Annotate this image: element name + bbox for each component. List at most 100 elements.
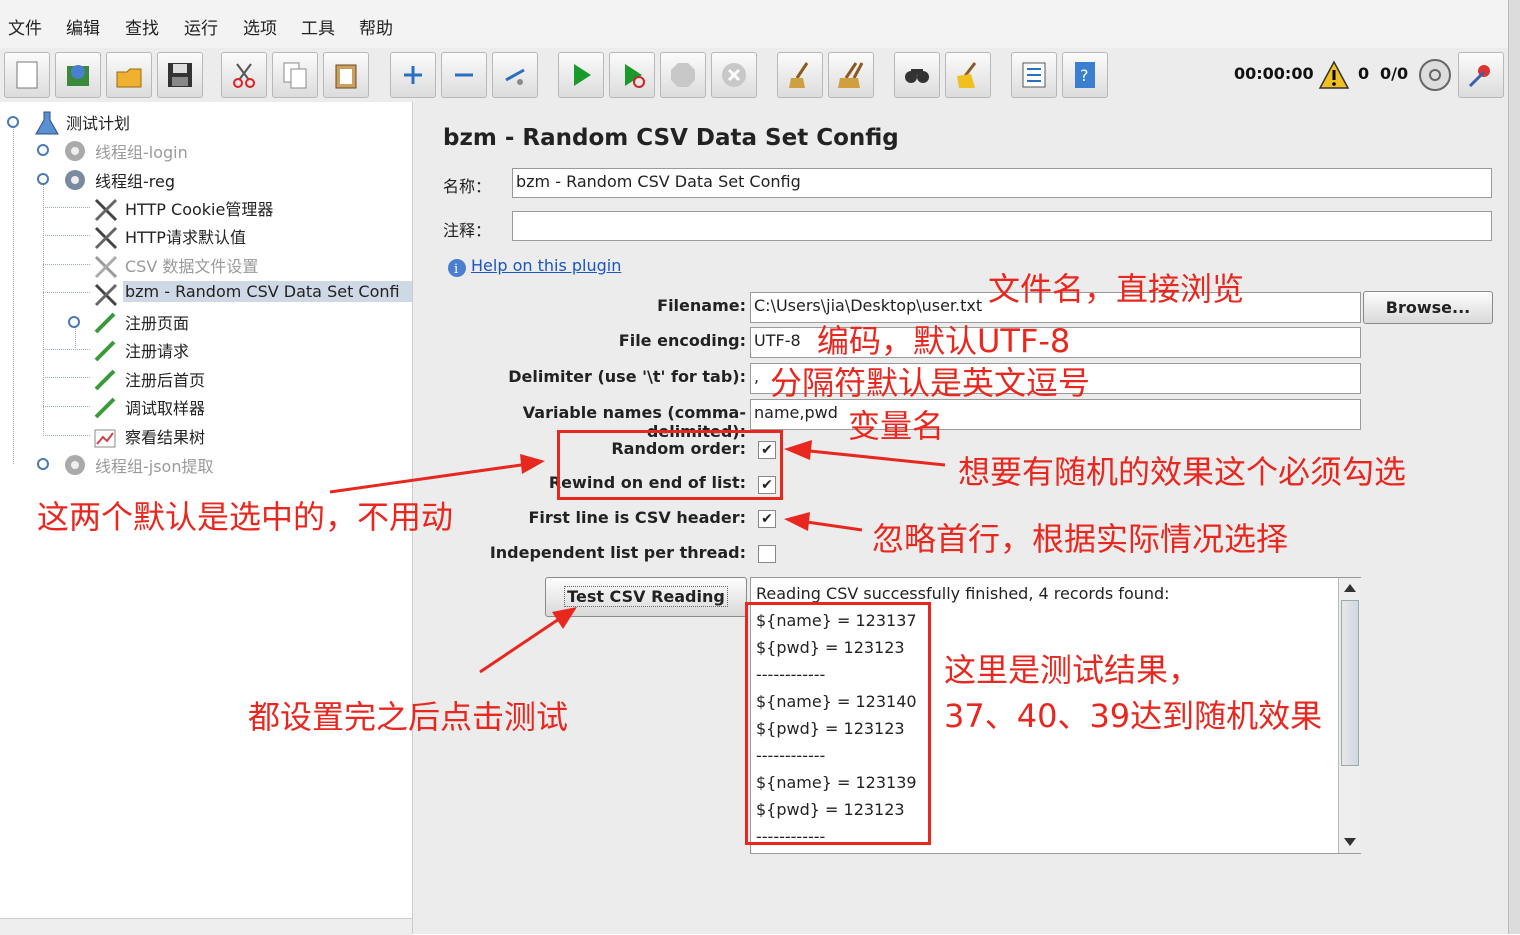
- menu-file[interactable]: 文件: [8, 14, 42, 39]
- thread-group-gear-icon: [65, 455, 85, 475]
- sampler-pipette-icon: [94, 397, 116, 419]
- svg-text:?: ?: [1080, 66, 1089, 85]
- tree-item-register-request[interactable]: 注册请求: [125, 338, 189, 362]
- scrollbar-thumb[interactable]: [1341, 600, 1359, 766]
- menu-help[interactable]: 帮助: [359, 14, 393, 39]
- tree-item-http-defaults[interactable]: HTTP请求默认值: [125, 224, 246, 248]
- cut-button[interactable]: [221, 52, 267, 98]
- test-csv-reading-label: Test CSV Reading: [564, 586, 728, 607]
- thread-group-gear-icon: [65, 141, 85, 161]
- start-icon: [574, 64, 591, 86]
- clear-button[interactable]: [777, 52, 823, 98]
- scroll-down-icon[interactable]: [1343, 836, 1357, 848]
- stop-button[interactable]: [660, 52, 706, 98]
- independent-list-checkbox[interactable]: [758, 545, 776, 563]
- tree-item-register-page[interactable]: 注册页面: [125, 310, 189, 334]
- warning-icon: [1318, 60, 1350, 89]
- remote-icon: [1468, 65, 1490, 88]
- templates-icon: [67, 65, 89, 86]
- scroll-up-icon[interactable]: [1343, 582, 1357, 594]
- stop-icon: [671, 63, 695, 87]
- function-helper-button[interactable]: [1011, 52, 1057, 98]
- thread-status-icon: [1419, 59, 1451, 91]
- expand-button[interactable]: [390, 52, 436, 98]
- search-icon: [905, 69, 929, 83]
- paste-icon: [335, 64, 357, 89]
- clear-icon: [789, 62, 809, 88]
- menu-bar: 文件 编辑 查找 运行 选项 工具 帮助: [0, 0, 1508, 48]
- paste-button[interactable]: [323, 52, 369, 98]
- browse-button[interactable]: Browse...: [1363, 291, 1493, 324]
- tree-item-test-plan[interactable]: 测试计划: [66, 110, 130, 134]
- new-button[interactable]: [4, 52, 50, 98]
- templates-button[interactable]: [55, 52, 101, 98]
- shutdown-icon: [722, 63, 746, 87]
- config-wrench-icon: [94, 226, 118, 250]
- start-no-pause-icon: [625, 64, 645, 88]
- annotation-box-random-rewind: [557, 430, 783, 500]
- copy-icon: [283, 62, 307, 89]
- tree-item-view-results-tree[interactable]: 察看结果树: [125, 424, 205, 448]
- reset-search-button[interactable]: [945, 52, 991, 98]
- sampler-pipette-icon: [94, 340, 116, 362]
- annotation-box-results: [745, 602, 931, 845]
- collapse-button[interactable]: [441, 52, 487, 98]
- test-plan-icon: [35, 111, 59, 135]
- help-button[interactable]: ?: [1062, 52, 1108, 98]
- save-icon: [168, 63, 192, 87]
- tree-item-thread-group-json[interactable]: 线程组-json提取: [95, 453, 214, 477]
- tree-item-thread-group-login[interactable]: 线程组-login: [95, 139, 188, 163]
- result-line: Reading CSV successfully finished, 4 rec…: [756, 584, 1170, 603]
- cut-icon: [233, 63, 255, 88]
- tree-item-csv-config[interactable]: CSV 数据文件设置: [125, 253, 258, 277]
- clear-all-button[interactable]: [828, 52, 874, 98]
- tree-item-cookie-manager[interactable]: HTTP Cookie管理器: [125, 196, 273, 220]
- menu-run[interactable]: 运行: [184, 14, 218, 39]
- toggle-icon: [505, 68, 525, 85]
- help-plugin-link[interactable]: Help on this plugin: [471, 256, 621, 275]
- save-button[interactable]: [157, 52, 203, 98]
- start-button[interactable]: [558, 52, 604, 98]
- collapse-icon: [455, 73, 473, 77]
- annotation-header: 忽略首行，根据实际情况选择: [872, 520, 1289, 558]
- window-edge: [1508, 0, 1520, 934]
- svg-text:i: i: [454, 262, 458, 277]
- elapsed-timer: 00:00:00: [1234, 64, 1314, 83]
- name-field[interactable]: bzm - Random CSV Data Set Config: [512, 168, 1492, 198]
- menu-tools[interactable]: 工具: [301, 14, 335, 39]
- warning-count: 0: [1358, 64, 1370, 83]
- encoding-label: File encoding:: [618, 331, 746, 350]
- comment-field[interactable]: [512, 211, 1492, 241]
- copy-button[interactable]: [272, 52, 318, 98]
- filename-label: Filename:: [657, 296, 746, 315]
- config-wrench-icon: [94, 255, 118, 279]
- sampler-pipette-icon: [94, 312, 116, 334]
- open-button[interactable]: [106, 52, 152, 98]
- tree-item-debug-sampler[interactable]: 调试取样器: [125, 395, 205, 419]
- expand-icon: [404, 66, 422, 84]
- test-csv-reading-button[interactable]: Test CSV Reading: [545, 577, 747, 617]
- annotation-delimiter: 分隔符默认是英文逗号: [770, 364, 1091, 402]
- menu-edit[interactable]: 编辑: [66, 14, 100, 39]
- thread-group-gear-icon: [65, 170, 85, 190]
- config-wrench-icon: [94, 198, 118, 222]
- remote-button[interactable]: [1458, 52, 1504, 98]
- active-threads: 0/0: [1380, 64, 1409, 83]
- help-icon: ?: [1075, 62, 1095, 88]
- menu-options[interactable]: 选项: [243, 14, 277, 39]
- annotation-test: 都设置完之后点击测试: [248, 698, 569, 736]
- toggle-button[interactable]: [492, 52, 538, 98]
- first-line-header-checkbox[interactable]: ✔: [758, 510, 776, 528]
- function-helper-icon: [1022, 62, 1046, 88]
- tree-item-after-register-home[interactable]: 注册后首页: [125, 367, 205, 391]
- tree-item-random-csv-config[interactable]: bzm - Random CSV Data Set Confi: [123, 281, 412, 302]
- search-button[interactable]: [894, 52, 940, 98]
- annotation-encoding: 编码，默认UTF-8: [817, 322, 1071, 360]
- tree-item-thread-group-reg[interactable]: 线程组-reg: [95, 168, 175, 192]
- name-label: 名称：: [443, 177, 492, 196]
- tree-horizontal-scrollbar[interactable]: [0, 918, 412, 935]
- result-vertical-scrollbar[interactable]: [1338, 578, 1361, 853]
- start-no-pause-button[interactable]: [609, 52, 655, 98]
- menu-search[interactable]: 查找: [125, 14, 159, 39]
- shutdown-button[interactable]: [711, 52, 757, 98]
